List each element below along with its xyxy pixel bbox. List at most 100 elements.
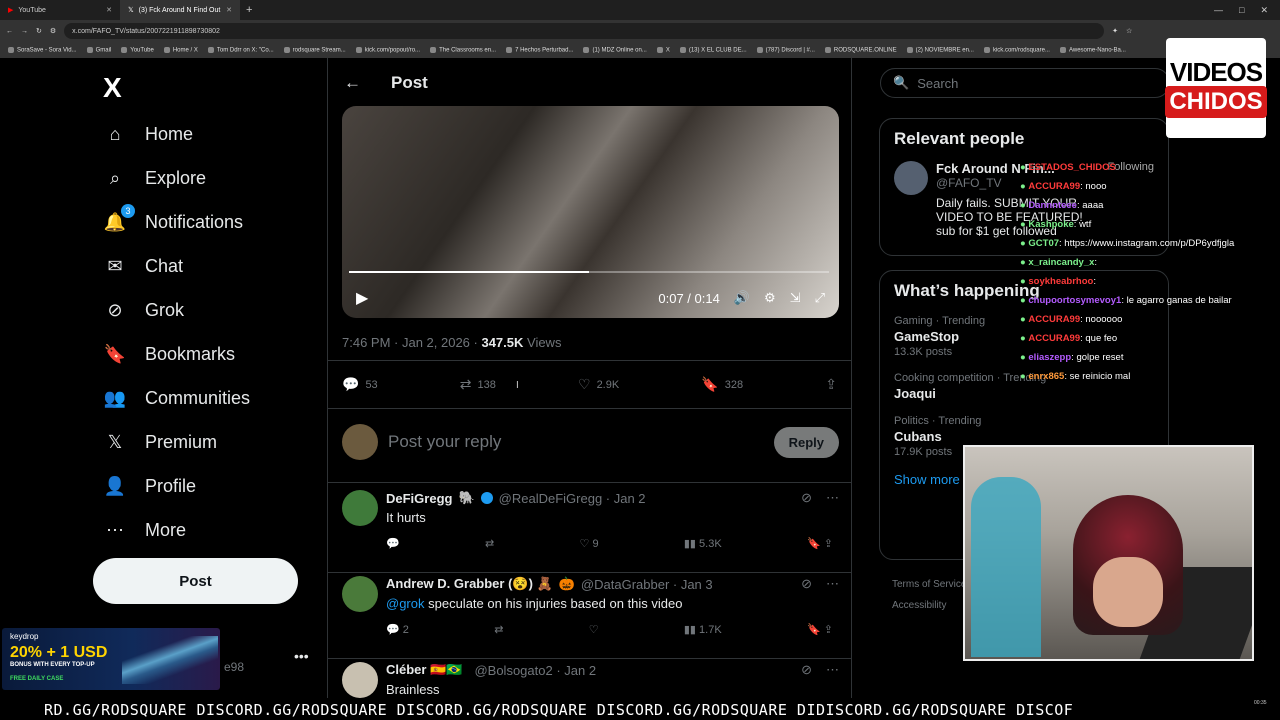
like-action[interactable]: ♡ 2.9K: [578, 376, 619, 393]
share-icon[interactable]: ⇪: [824, 538, 833, 550]
bookmark-item[interactable]: (787) Discord | #...: [756, 46, 815, 53]
bookmark-item[interactable]: kick.com/popout/ro...: [355, 46, 420, 53]
bookmark-item[interactable]: Awesome-Nano-Ba...: [1059, 46, 1126, 53]
bookmark-item[interactable]: rodsquare Stream...: [283, 46, 346, 53]
avatar[interactable]: [342, 576, 378, 612]
bookmark-item[interactable]: 7 Hechos Perturbad...: [506, 46, 573, 53]
sidebar-item-bookmarks[interactable]: 🔖 Bookmarks: [103, 332, 323, 376]
share-action[interactable]: ⇪: [825, 376, 837, 393]
minimize-icon[interactable]: —: [1214, 5, 1223, 16]
repost-action[interactable]: ⇄: [494, 623, 503, 636]
post-button[interactable]: Post: [93, 558, 298, 604]
bookmark-item[interactable]: RODSQUARE.ONLINE: [824, 46, 897, 53]
views-action[interactable]: ▮▮ 1.7K: [684, 623, 722, 636]
bookmark-action[interactable]: 🔖 328: [701, 376, 743, 393]
reply-tweet[interactable]: Andrew D. Grabber (😵) 🧸 🎃 @DataGrabber · J…: [328, 576, 851, 636]
site-info-icon[interactable]: ⚙: [50, 27, 56, 35]
volume-icon[interactable]: 🔊: [734, 290, 750, 306]
bookmark-icon[interactable]: 🔖: [807, 538, 821, 550]
reload-icon[interactable]: ↻: [36, 27, 42, 35]
chat-text: : le agarro ganas de bailar: [1121, 295, 1232, 306]
sidebar-item-home[interactable]: ⌂ Home: [103, 112, 323, 156]
grok-icon[interactable]: ⊘: [801, 576, 812, 592]
grok-icon[interactable]: ⊘: [801, 662, 812, 678]
bookmark-item[interactable]: (2) NOVIEMBRE en...: [906, 46, 974, 53]
reply-action[interactable]: 💬 2: [386, 623, 409, 636]
browser-tab-x[interactable]: 𝕏 (3) Fck Around N Find Out ✕: [120, 0, 240, 20]
author-handle[interactable]: @RealDeFiGregg · Jan 2: [499, 491, 646, 506]
repost-action[interactable]: ⇄: [485, 537, 494, 550]
reply-button[interactable]: Reply: [773, 426, 839, 458]
sidebar-item-explore[interactable]: ⌕ Explore: [103, 156, 323, 200]
sidebar-item-premium[interactable]: 𝕏 Premium: [103, 420, 323, 464]
play-icon[interactable]: ▶: [356, 288, 368, 308]
search-input[interactable]: 🔍 Search: [880, 68, 1170, 98]
repost-action[interactable]: ⇄ 138: [460, 376, 496, 393]
sidebar-item-profile[interactable]: 👤 Profile: [103, 464, 323, 508]
bookmark-item[interactable]: YouTube: [121, 46, 154, 53]
browser-tab-youtube[interactable]: ▶ YouTube ✕: [0, 0, 120, 20]
back-icon[interactable]: ←: [6, 28, 13, 35]
reply-action[interactable]: 💬: [386, 537, 400, 550]
account-more-icon[interactable]: •••: [294, 648, 309, 664]
bookmark-star-icon[interactable]: ☆: [1126, 27, 1132, 35]
bookmark-item[interactable]: SoraSave - Sora Vid...: [8, 46, 77, 53]
fullscreen-icon[interactable]: ⤢: [815, 290, 825, 306]
maximize-icon[interactable]: □: [1239, 5, 1244, 16]
reply-action[interactable]: 💬 53: [342, 376, 378, 393]
sidebar-item-grok[interactable]: ⊘ Grok: [103, 288, 323, 332]
author-name[interactable]: Cléber 🇪🇸🇧🇷: [386, 662, 462, 678]
bookmark-icon[interactable]: 🔖: [807, 624, 821, 636]
sidebar-item-chat[interactable]: ✉ Chat: [103, 244, 323, 288]
bookmark-favicon-icon: [355, 46, 362, 53]
more-icon[interactable]: ⋯: [826, 490, 839, 506]
back-arrow-icon[interactable]: ←: [344, 73, 361, 93]
bookmark-item[interactable]: Gmail: [86, 46, 111, 53]
more-icon[interactable]: ⋯: [826, 662, 839, 678]
author-name[interactable]: DeFiGregg: [386, 491, 452, 506]
terms-link[interactable]: Terms of Service: [892, 574, 966, 595]
close-icon[interactable]: ✕: [106, 6, 112, 14]
extensions-icon[interactable]: ✦: [1112, 27, 1118, 35]
bookmark-item[interactable]: Home / X: [163, 46, 198, 53]
new-tab-button[interactable]: +: [240, 4, 252, 16]
author-name[interactable]: Andrew D. Grabber (😵) 🧸: [386, 576, 553, 592]
bookmark-item[interactable]: kick.com/rodsquare...: [983, 46, 1050, 53]
more-icon[interactable]: ⋯: [826, 576, 839, 592]
bookmark-item[interactable]: The Classrooms en...: [430, 46, 496, 53]
like-action[interactable]: ♡ 9: [580, 537, 599, 550]
bookmark-item[interactable]: Tom Ddrr on X: "Co...: [207, 46, 274, 53]
accessibility-link[interactable]: Accessibility: [892, 595, 966, 616]
video-progress-bar[interactable]: [349, 271, 829, 273]
sidebar-item-communities[interactable]: 👥 Communities: [103, 376, 323, 420]
close-icon[interactable]: ✕: [226, 6, 232, 14]
mention-link[interactable]: @grok: [386, 596, 425, 611]
sidebar-item-more[interactable]: ⋯ More: [103, 508, 323, 552]
reply-tweet[interactable]: Cléber 🇪🇸🇧🇷 @Bolsogato2 · Jan 2 ⊘ ⋯ Brainles…: [328, 662, 851, 698]
x-logo[interactable]: X: [103, 72, 122, 104]
sidebar-item-notifications[interactable]: 🔔 3 Notifications: [103, 200, 323, 244]
account-handle-fragment[interactable]: e98: [224, 660, 244, 674]
avatar[interactable]: [342, 662, 378, 698]
pip-icon[interactable]: ⇲: [790, 290, 801, 306]
url-field[interactable]: x.com/FAFO_TV/status/2007221911898730802: [64, 23, 1105, 39]
reply-input[interactable]: Post your reply: [388, 432, 501, 452]
bookmark-item[interactable]: X: [656, 46, 670, 53]
reply-tweet[interactable]: DeFiGregg 🐘 @RealDeFiGregg · Jan 2 ⊘ ⋯ It hur…: [328, 490, 851, 550]
like-action[interactable]: ♡: [589, 623, 599, 636]
grok-icon[interactable]: ⊘: [801, 490, 812, 506]
bookmark-item[interactable]: (13) X EL CLUB DE...: [679, 46, 747, 53]
post-timestamp[interactable]: 7:46 PM · Jan 2, 2026 ·: [342, 335, 481, 350]
author-handle[interactable]: @DataGrabber · Jan 3: [581, 577, 713, 592]
video-player[interactable]: ▶ 0:07 / 0:14 🔊 ⚙ ⇲ ⤢: [342, 106, 839, 318]
repost-count: 138: [477, 378, 496, 391]
bookmark-item[interactable]: (1) MDZ Online on...: [583, 46, 647, 53]
close-window-icon[interactable]: ✕: [1260, 5, 1268, 16]
settings-icon[interactable]: ⚙: [764, 290, 776, 306]
forward-icon[interactable]: →: [21, 28, 28, 35]
avatar[interactable]: [342, 490, 378, 526]
reply-icon: 💬: [342, 376, 360, 392]
author-handle[interactable]: @Bolsogato2 · Jan 2: [474, 663, 596, 678]
views-action[interactable]: ▮▮ 5.3K: [684, 537, 722, 550]
share-icon[interactable]: ⇪: [824, 624, 833, 636]
